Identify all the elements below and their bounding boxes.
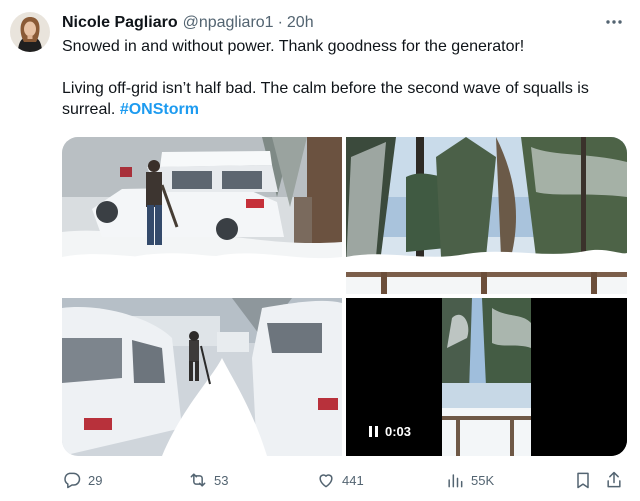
- author-name[interactable]: Nicole Pagliaro: [62, 14, 178, 32]
- separator: ·: [277, 14, 283, 31]
- repost-button[interactable]: 53: [188, 468, 228, 492]
- tweet-header: Nicole Pagliaro @npagliaro1 · 20h: [62, 12, 600, 34]
- tweet-text: Snowed in and without power. Thank goodn…: [62, 36, 627, 120]
- tweet-line-1: Snowed in and without power. Thank goodn…: [62, 38, 525, 55]
- hashtag-link[interactable]: #ONStorm: [120, 101, 199, 118]
- more-horizontal-icon[interactable]: [604, 12, 624, 32]
- video-timestamp-badge: 0:03: [362, 420, 419, 442]
- like-button[interactable]: 441: [316, 468, 364, 492]
- media-grid: 0:03: [62, 137, 627, 456]
- like-count: 441: [342, 472, 364, 488]
- tweet-line-2: Living off-grid isn’t half bad. The calm…: [62, 78, 627, 120]
- like-icon: [319, 474, 333, 488]
- reply-button[interactable]: 29: [62, 468, 102, 492]
- photo-snowy-forest-lake[interactable]: [346, 137, 627, 294]
- reply-icon: [64, 472, 81, 489]
- avatar[interactable]: [10, 12, 50, 52]
- bookmark-icon: [577, 472, 589, 489]
- views-button[interactable]: 55K: [445, 468, 494, 492]
- photo-snowed-in-cars[interactable]: [62, 298, 342, 456]
- action-bar: 29 53 441 55K: [62, 468, 627, 492]
- reply-count: 29: [88, 472, 103, 488]
- share-button[interactable]: [604, 468, 624, 492]
- views-icon: [448, 474, 463, 488]
- pause-icon[interactable]: [369, 425, 378, 437]
- view-count: 55K: [471, 472, 495, 488]
- video-time: 0:03: [385, 423, 412, 439]
- timestamp[interactable]: 20h: [287, 14, 314, 32]
- bookmark-button[interactable]: [573, 468, 593, 492]
- repost-icon: [190, 473, 206, 487]
- author-handle[interactable]: @npagliaro1: [183, 14, 274, 32]
- video-player[interactable]: 0:03: [346, 298, 627, 456]
- tweet-card[interactable]: Nicole Pagliaro @npagliaro1 · 20h Snowed…: [0, 0, 640, 501]
- share-icon: [607, 471, 621, 488]
- photo-shoveling-suv[interactable]: [62, 137, 342, 294]
- repost-count: 53: [214, 472, 229, 488]
